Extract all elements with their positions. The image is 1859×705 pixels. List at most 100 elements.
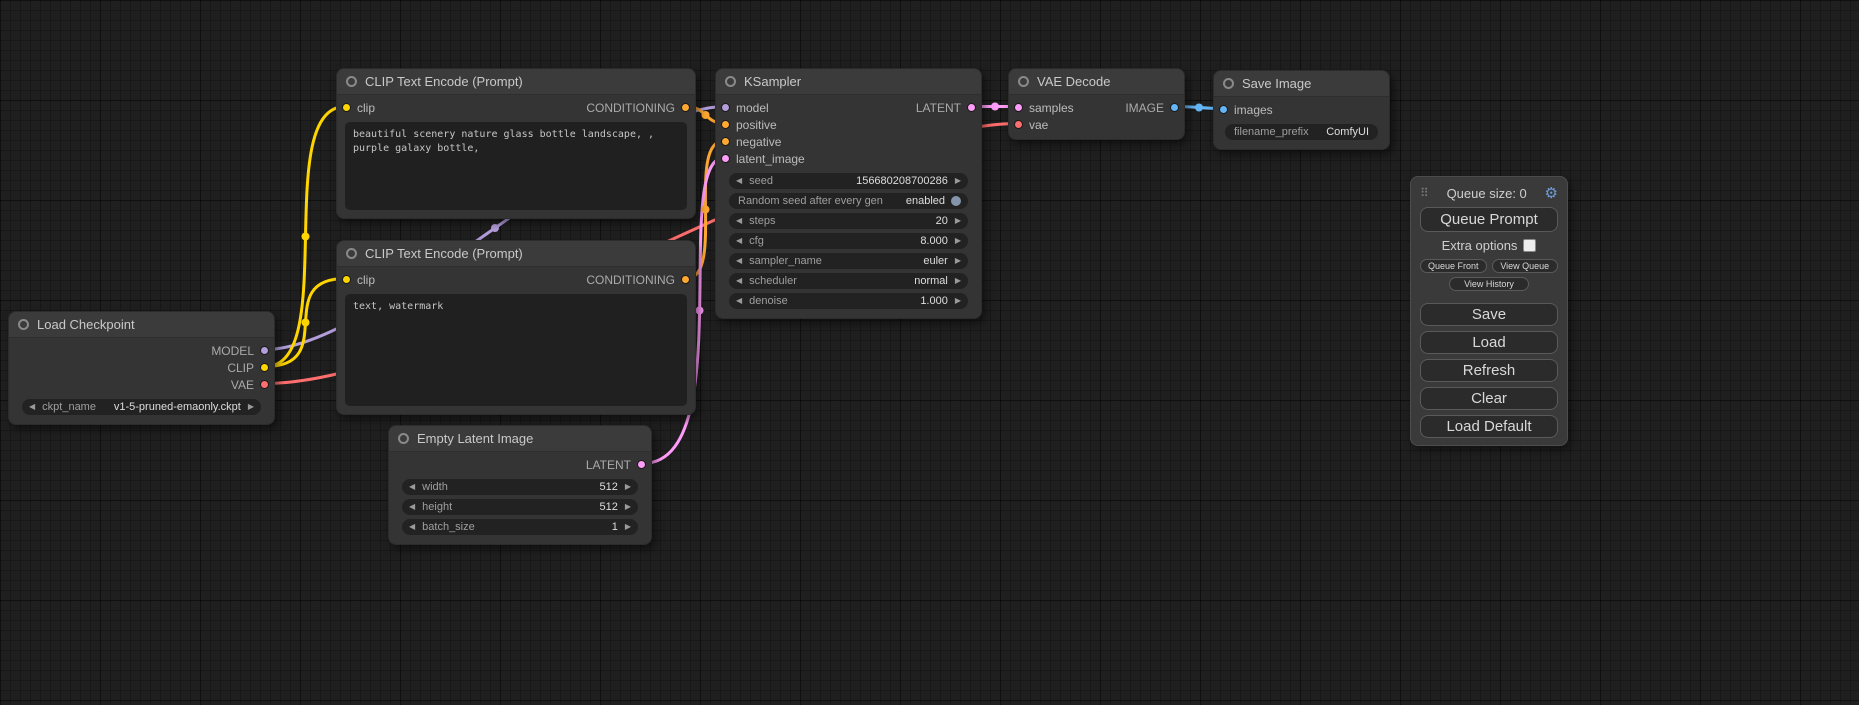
filename-prefix-widget[interactable]: filename_prefix ComfyUI — [1225, 124, 1378, 140]
node-title-bar[interactable]: KSampler — [716, 69, 981, 95]
conditioning-port-icon[interactable] — [721, 120, 730, 129]
collapse-dot-icon[interactable] — [1223, 78, 1234, 89]
node-clip-text-encode-positive[interactable]: CLIP Text Encode (Prompt) clip CONDITION… — [336, 68, 696, 219]
node-clip-text-encode-negative[interactable]: CLIP Text Encode (Prompt) clip CONDITION… — [336, 240, 696, 415]
increment-arrow-icon[interactable]: ▶ — [625, 479, 631, 495]
increment-arrow-icon[interactable]: ▶ — [955, 253, 961, 269]
queue-prompt-button[interactable]: Queue Prompt — [1420, 207, 1558, 232]
node-ksampler[interactable]: KSampler model LATENT positive negative — [715, 68, 982, 319]
increment-arrow-icon[interactable]: ▶ — [955, 213, 961, 229]
decrement-arrow-icon[interactable]: ◀ — [736, 293, 742, 309]
node-title-bar[interactable]: Load Checkpoint — [9, 312, 274, 338]
batch-size-widget[interactable]: ◀ batch_size 1 ▶ — [402, 519, 638, 535]
increment-arrow-icon[interactable]: ▶ — [955, 293, 961, 309]
collapse-dot-icon[interactable] — [1018, 76, 1029, 87]
seed-widget[interactable]: ◀ seed 156680208700286 ▶ — [729, 173, 968, 189]
latent-port-icon[interactable] — [721, 154, 730, 163]
input-slot-positive[interactable]: positive — [721, 118, 777, 132]
save-button[interactable]: Save — [1420, 303, 1558, 326]
positive-prompt-textarea[interactable]: beautiful scenery nature glass bottle la… — [345, 122, 687, 210]
clear-button[interactable]: Clear — [1420, 387, 1558, 410]
output-slot-vae[interactable]: VAE — [231, 378, 269, 392]
clip-port-icon[interactable] — [342, 103, 351, 112]
decrement-arrow-icon[interactable]: ◀ — [409, 519, 415, 535]
node-title-bar[interactable]: Save Image — [1214, 71, 1389, 97]
input-slot-samples[interactable]: samples — [1014, 101, 1074, 115]
latent-port-icon[interactable] — [967, 103, 976, 112]
decrement-arrow-icon[interactable]: ◀ — [409, 499, 415, 515]
latent-port-icon[interactable] — [1014, 103, 1023, 112]
input-slot-images[interactable]: images — [1219, 103, 1273, 117]
output-slot-image[interactable]: IMAGE — [1125, 101, 1179, 115]
denoise-widget[interactable]: ◀ denoise 1.000 ▶ — [729, 293, 968, 309]
node-title-bar[interactable]: Empty Latent Image — [389, 426, 651, 452]
output-slot-latent[interactable]: LATENT — [916, 101, 976, 115]
decrement-arrow-icon[interactable]: ◀ — [736, 273, 742, 289]
conditioning-port-icon[interactable] — [681, 103, 690, 112]
vae-port-icon[interactable] — [260, 380, 269, 389]
input-slot-clip[interactable]: clip — [342, 101, 375, 115]
node-title-bar[interactable]: VAE Decode — [1009, 69, 1184, 95]
decrement-arrow-icon[interactable]: ◀ — [736, 253, 742, 269]
clip-port-icon[interactable] — [260, 363, 269, 372]
load-button[interactable]: Load — [1420, 331, 1558, 354]
input-slot-latent-image[interactable]: latent_image — [721, 152, 805, 166]
decrement-arrow-icon[interactable]: ◀ — [29, 399, 35, 415]
load-default-button[interactable]: Load Default — [1420, 415, 1558, 438]
height-widget[interactable]: ◀ height 512 ▶ — [402, 499, 638, 515]
ckpt-name-widget[interactable]: ◀ ckpt_name v1-5-pruned-emaonly.ckpt ▶ — [22, 399, 261, 415]
decrement-arrow-icon[interactable]: ◀ — [736, 213, 742, 229]
node-vae-decode[interactable]: VAE Decode samples IMAGE vae — [1008, 68, 1185, 140]
view-queue-button[interactable]: View Queue — [1492, 259, 1559, 273]
increment-arrow-icon[interactable]: ▶ — [625, 519, 631, 535]
queue-front-button[interactable]: Queue Front — [1420, 259, 1487, 273]
latent-port-icon[interactable] — [637, 460, 646, 469]
vae-port-icon[interactable] — [1014, 120, 1023, 129]
collapse-dot-icon[interactable] — [346, 76, 357, 87]
image-port-icon[interactable] — [1219, 105, 1228, 114]
node-title-bar[interactable]: CLIP Text Encode (Prompt) — [337, 241, 695, 267]
extra-options-checkbox[interactable] — [1523, 239, 1536, 252]
toggle-knob-icon[interactable] — [951, 196, 961, 206]
node-load-checkpoint[interactable]: Load Checkpoint MODEL CLIP VAE ◀ ckpt_na… — [8, 311, 275, 425]
decrement-arrow-icon[interactable]: ◀ — [736, 173, 742, 189]
node-save-image[interactable]: Save Image images filename_prefix ComfyU… — [1213, 70, 1390, 150]
queue-menu-panel[interactable]: ⠿ Queue size: 0 ⚙ Queue Prompt Extra opt… — [1410, 176, 1568, 446]
node-empty-latent-image[interactable]: Empty Latent Image LATENT ◀ width 512 ▶ … — [388, 425, 652, 545]
output-slot-clip[interactable]: CLIP — [227, 361, 269, 375]
increment-arrow-icon[interactable]: ▶ — [625, 499, 631, 515]
negative-prompt-textarea[interactable]: text, watermark — [345, 294, 687, 406]
settings-gear-icon[interactable]: ⚙ — [1545, 184, 1558, 202]
model-port-icon[interactable] — [721, 103, 730, 112]
increment-arrow-icon[interactable]: ▶ — [955, 273, 961, 289]
decrement-arrow-icon[interactable]: ◀ — [736, 233, 742, 249]
input-slot-clip[interactable]: clip — [342, 273, 375, 287]
conditioning-port-icon[interactable] — [721, 137, 730, 146]
collapse-dot-icon[interactable] — [725, 76, 736, 87]
control-after-generate-widget[interactable]: Random seed after every gen enabled — [729, 193, 968, 209]
input-slot-model[interactable]: model — [721, 101, 769, 115]
steps-widget[interactable]: ◀ steps 20 ▶ — [729, 213, 968, 229]
view-history-button[interactable]: View History — [1449, 277, 1529, 291]
increment-arrow-icon[interactable]: ▶ — [955, 173, 961, 189]
collapse-dot-icon[interactable] — [18, 319, 29, 330]
scheduler-widget[interactable]: ◀ scheduler normal ▶ — [729, 273, 968, 289]
collapse-dot-icon[interactable] — [346, 248, 357, 259]
width-widget[interactable]: ◀ width 512 ▶ — [402, 479, 638, 495]
cfg-widget[interactable]: ◀ cfg 8.000 ▶ — [729, 233, 968, 249]
sampler-name-widget[interactable]: ◀ sampler_name euler ▶ — [729, 253, 968, 269]
input-slot-negative[interactable]: negative — [721, 135, 781, 149]
increment-arrow-icon[interactable]: ▶ — [955, 233, 961, 249]
model-port-icon[interactable] — [260, 346, 269, 355]
clip-port-icon[interactable] — [342, 275, 351, 284]
output-slot-model[interactable]: MODEL — [211, 344, 269, 358]
increment-arrow-icon[interactable]: ▶ — [248, 399, 254, 415]
image-port-icon[interactable] — [1170, 103, 1179, 112]
output-slot-conditioning[interactable]: CONDITIONING — [586, 101, 690, 115]
drag-handle-icon[interactable]: ⠿ — [1420, 186, 1429, 200]
decrement-arrow-icon[interactable]: ◀ — [409, 479, 415, 495]
collapse-dot-icon[interactable] — [398, 433, 409, 444]
output-slot-conditioning[interactable]: CONDITIONING — [586, 273, 690, 287]
output-slot-latent[interactable]: LATENT — [586, 458, 646, 472]
refresh-button[interactable]: Refresh — [1420, 359, 1558, 382]
